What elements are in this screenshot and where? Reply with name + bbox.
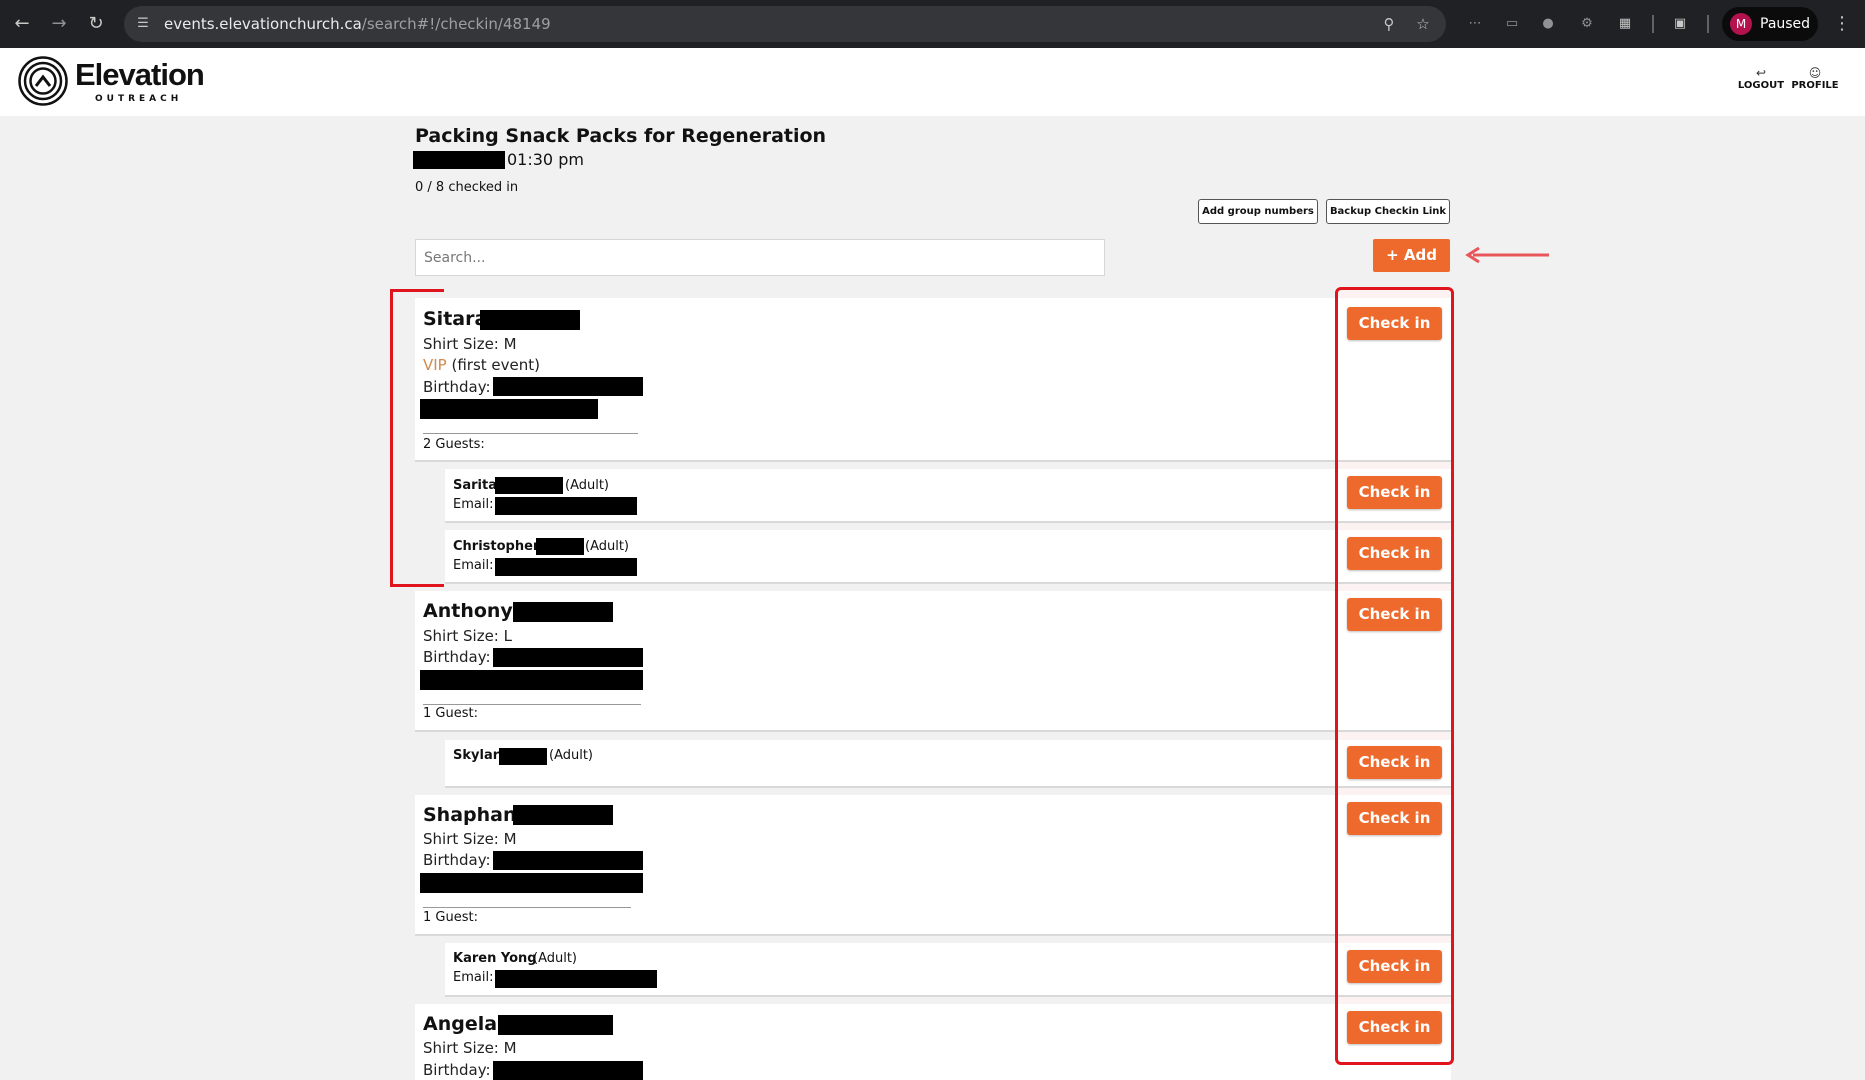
attendee-name: Anthony bbox=[423, 600, 513, 622]
guest-name: Skylar bbox=[453, 748, 500, 763]
redacted-surname bbox=[513, 602, 613, 622]
annotation-bracket bbox=[390, 289, 444, 587]
forward-arrow-icon[interactable]: → bbox=[47, 12, 71, 36]
redacted-surname bbox=[513, 805, 613, 825]
profile-status: Paused bbox=[1760, 16, 1811, 32]
redacted-surname bbox=[499, 748, 547, 765]
site-info-icon[interactable]: ☰ bbox=[134, 15, 152, 33]
redacted-birthday bbox=[493, 1061, 643, 1080]
annotation-highlight-box bbox=[1335, 287, 1454, 1065]
browser-menu-icon[interactable]: ⋮ bbox=[1830, 12, 1854, 36]
redacted-surname bbox=[498, 1015, 613, 1035]
checked-in-count: 0 / 8 checked in bbox=[415, 180, 519, 195]
annotation-arrow-icon bbox=[1465, 246, 1549, 264]
guests-label: 1 Guest: bbox=[423, 706, 478, 721]
extension-gear-icon[interactable]: ⚙ bbox=[1577, 14, 1597, 34]
add-group-numbers-button[interactable]: Add group numbers bbox=[1198, 199, 1318, 224]
url-path: /search#!/checkin/48149 bbox=[361, 15, 551, 33]
extensions-puzzle-icon[interactable]: ▦ bbox=[1615, 14, 1635, 34]
redacted-date bbox=[413, 151, 505, 169]
guest-email-label: Email: bbox=[453, 970, 494, 985]
toolbar-separator bbox=[1707, 15, 1709, 33]
redacted-birthday bbox=[493, 377, 643, 396]
vip-note: (first event) bbox=[446, 356, 541, 374]
birthday-label: Birthday: bbox=[423, 1061, 491, 1079]
logo-wordmark[interactable]: Elevation bbox=[75, 58, 205, 92]
guest-email-label: Email: bbox=[453, 497, 494, 512]
guest-role: (Adult) bbox=[549, 748, 594, 763]
redacted-surname bbox=[480, 310, 580, 330]
address-bar[interactable]: ☰ events.elevationchurch.ca/search#!/che… bbox=[124, 6, 1446, 42]
guests-label: 1 Guest: bbox=[423, 910, 478, 925]
logout-label: LOGOUT bbox=[1737, 80, 1785, 91]
logout-icon: ↩ bbox=[1755, 66, 1767, 80]
profile-link[interactable]: ☺ PROFILE bbox=[1785, 66, 1845, 92]
birthday-label: Birthday: bbox=[423, 648, 491, 666]
guest-card bbox=[445, 740, 1451, 788]
backup-checkin-link-button[interactable]: Backup Checkin Link bbox=[1326, 199, 1450, 224]
guest-role: (Adult) bbox=[533, 951, 578, 966]
redacted-email bbox=[495, 970, 657, 988]
avatar: M bbox=[1730, 13, 1752, 35]
site-header: Elevation OUTREACH ↩ LOGOUT ☺ PROFILE bbox=[0, 48, 1865, 116]
extension-puzzle-small-icon[interactable]: ● bbox=[1538, 14, 1558, 34]
birthday-label: Birthday: bbox=[423, 851, 491, 869]
divider bbox=[423, 907, 631, 908]
profile-button[interactable]: M Paused bbox=[1722, 7, 1818, 41]
redacted-contact bbox=[420, 670, 643, 690]
guest-name: Sarita bbox=[453, 478, 497, 493]
extension-dots-icon[interactable]: ⋯ bbox=[1465, 14, 1485, 34]
redacted-birthday bbox=[493, 648, 643, 667]
back-arrow-icon[interactable]: ← bbox=[10, 12, 34, 36]
redacted-surname bbox=[536, 538, 584, 555]
reload-icon[interactable]: ↻ bbox=[84, 12, 108, 36]
toolbar-separator bbox=[1652, 15, 1654, 33]
guest-email-label: Email: bbox=[453, 558, 494, 573]
redacted-contact bbox=[420, 399, 598, 419]
browser-toolbar: ← → ↻ ☰ events.elevationchurch.ca/search… bbox=[0, 0, 1865, 48]
search-input[interactable] bbox=[415, 239, 1105, 276]
profile-label: PROFILE bbox=[1791, 80, 1839, 91]
guest-name: Karen Yong bbox=[453, 951, 537, 966]
divider bbox=[423, 704, 641, 705]
elevation-logo-icon[interactable] bbox=[18, 56, 68, 106]
extension-picture-icon[interactable]: ▭ bbox=[1502, 14, 1522, 34]
guest-role: (Adult) bbox=[565, 478, 610, 493]
shirt-size: Shirt Size: L bbox=[423, 627, 512, 645]
redacted-email bbox=[495, 497, 637, 515]
url-text[interactable]: events.elevationchurch.ca/search#!/check… bbox=[164, 15, 551, 33]
logout-link[interactable]: ↩ LOGOUT bbox=[1731, 66, 1791, 92]
logo-subtitle: OUTREACH bbox=[95, 94, 183, 104]
event-title: Packing Snack Packs for Regeneration bbox=[415, 125, 827, 147]
redacted-contact bbox=[420, 873, 643, 893]
redacted-birthday bbox=[493, 851, 643, 870]
user-icon: ☺ bbox=[1808, 66, 1822, 80]
guest-name: Christopher bbox=[453, 539, 540, 554]
redacted-email bbox=[495, 558, 637, 576]
guest-role: (Adult) bbox=[585, 539, 630, 554]
attendee-name: Shaphan bbox=[423, 804, 517, 826]
redacted-surname bbox=[495, 477, 563, 494]
shirt-size: Shirt Size: M bbox=[423, 830, 517, 848]
add-button[interactable]: + Add bbox=[1373, 239, 1450, 272]
attendee-name: Angela bbox=[423, 1013, 498, 1035]
url-host: events.elevationchurch.ca bbox=[164, 15, 362, 33]
bookmark-star-icon[interactable]: ☆ bbox=[1414, 15, 1432, 33]
divider bbox=[423, 433, 638, 434]
zoom-icon[interactable]: ⚲ bbox=[1380, 15, 1398, 33]
tab-search-icon[interactable]: ▣ bbox=[1670, 14, 1690, 34]
event-time: 01:30 pm bbox=[507, 150, 584, 169]
shirt-size: Shirt Size: M bbox=[423, 1039, 517, 1057]
